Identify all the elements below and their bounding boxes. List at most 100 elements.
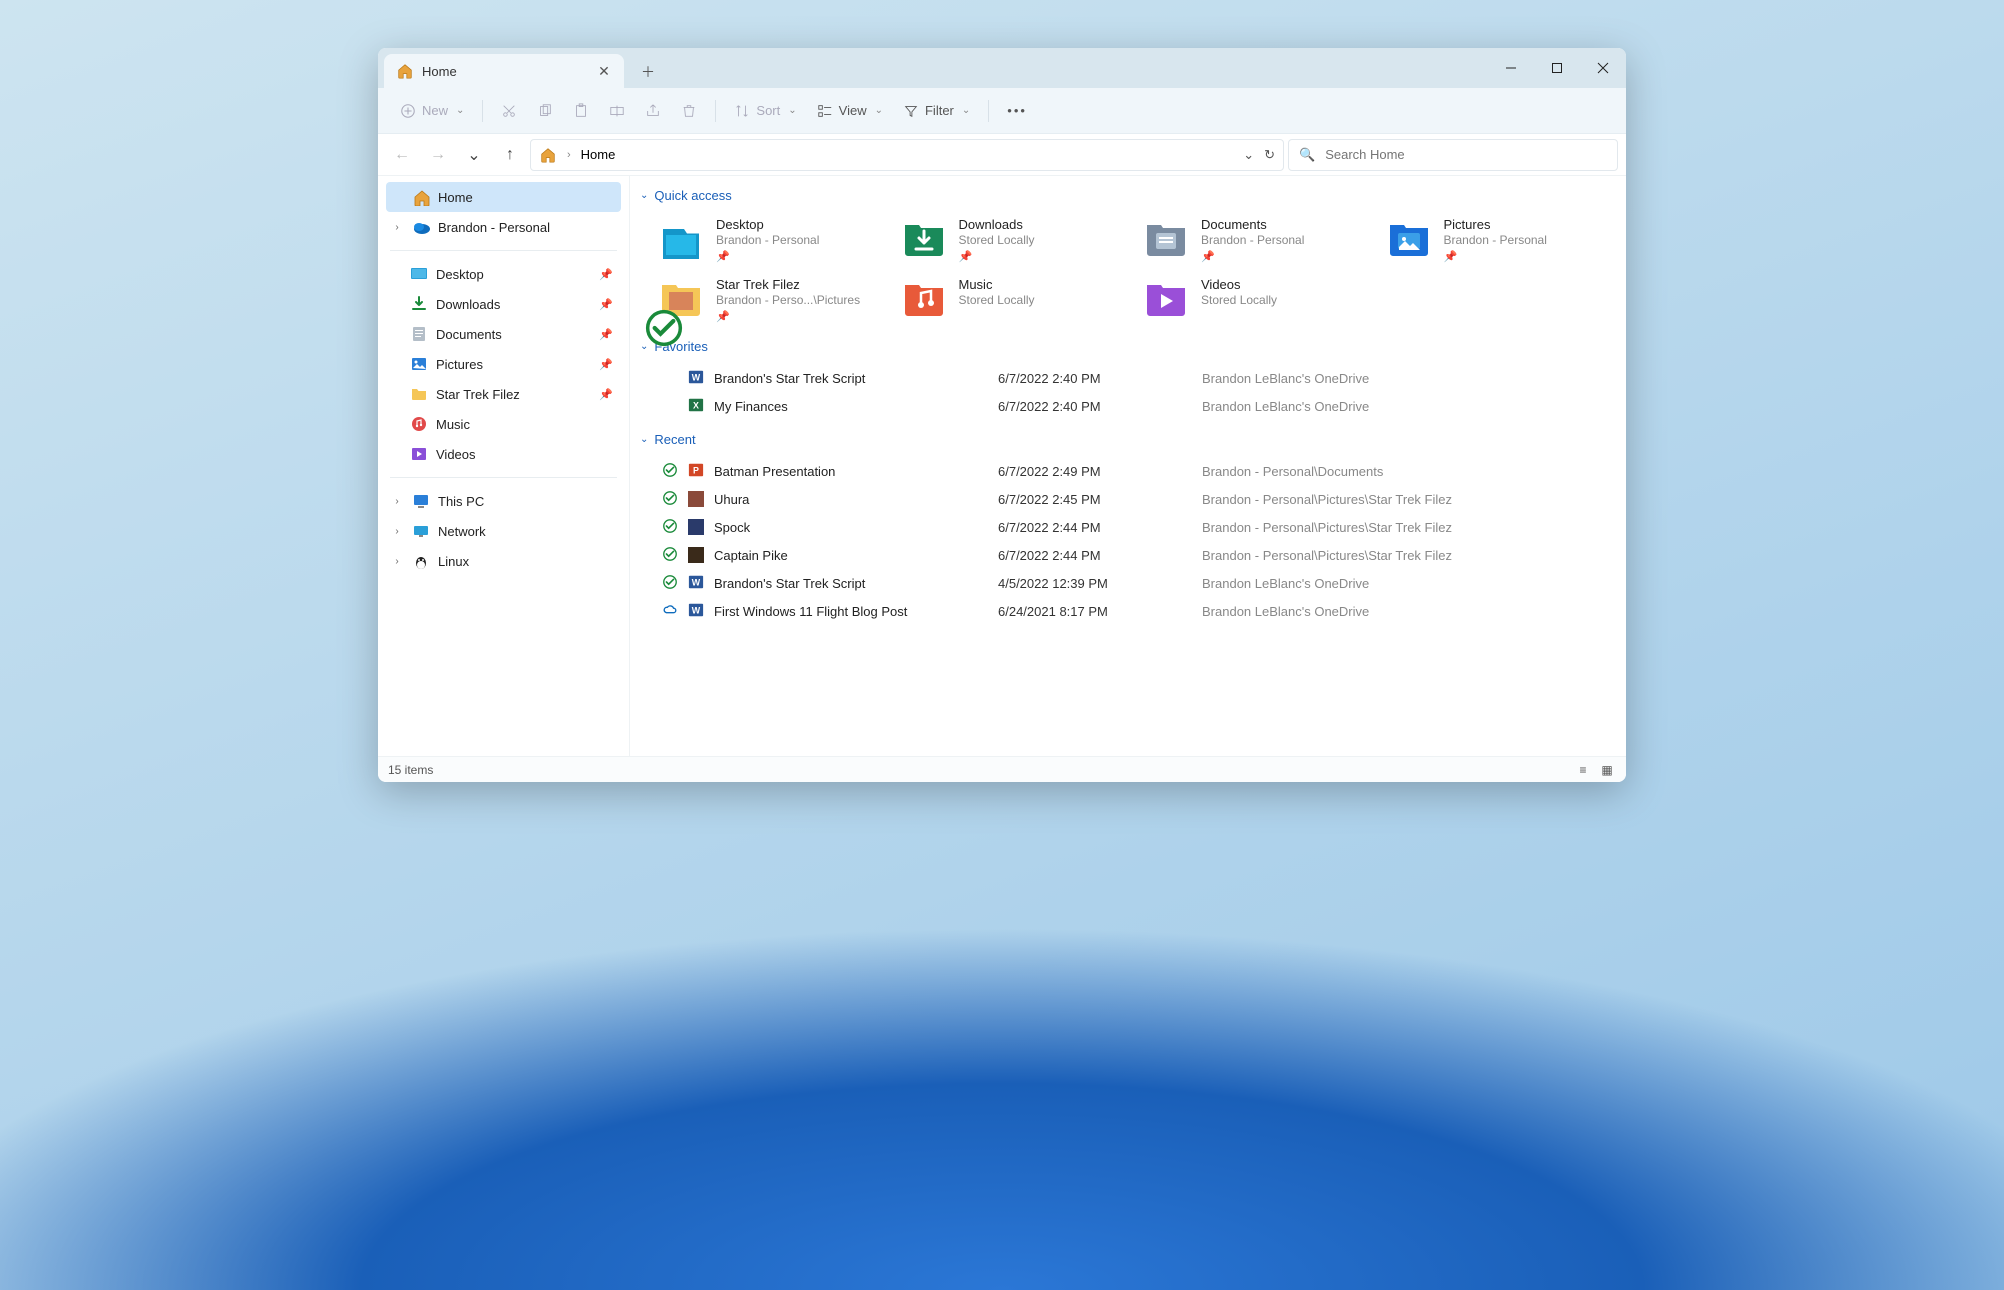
item-name: Desktop: [716, 217, 819, 232]
home-icon: [412, 188, 430, 206]
quick-access-item[interactable]: DocumentsBrandon - Personal📌: [1143, 215, 1366, 265]
file-type-icon: [688, 369, 710, 388]
file-date: 6/7/2022 2:44 PM: [998, 520, 1198, 535]
scissors-icon: [501, 103, 517, 119]
music-icon: [410, 415, 428, 433]
sidebar-item-desktop[interactable]: Desktop📌: [386, 259, 621, 289]
file-row[interactable]: Captain Pike6/7/2022 2:44 PMBrandon - Pe…: [658, 541, 1608, 569]
sidebar-item-linux[interactable]: ›Linux: [386, 546, 621, 576]
linux-icon: [412, 552, 430, 570]
forward-button[interactable]: →: [422, 139, 454, 171]
new-button[interactable]: New⌄: [392, 97, 472, 125]
item-location: Brandon - Personal: [1201, 233, 1304, 247]
search-input[interactable]: [1325, 147, 1607, 162]
chevron-right-icon: ›: [390, 526, 404, 537]
paste-button[interactable]: [565, 97, 597, 125]
pin-icon: 📌: [716, 250, 819, 263]
pin-icon: 📌: [716, 310, 860, 323]
home-icon: [396, 62, 414, 80]
file-row[interactable]: Spock6/7/2022 2:44 PMBrandon - Personal\…: [658, 513, 1608, 541]
trash-icon: [681, 103, 697, 119]
up-button[interactable]: ↑: [494, 139, 526, 171]
photo-folder-icon: [660, 277, 704, 319]
file-location: Brandon LeBlanc's OneDrive: [1202, 371, 1608, 386]
file-row[interactable]: Uhura6/7/2022 2:45 PMBrandon - Personal\…: [658, 485, 1608, 513]
quick-access-item[interactable]: Star Trek FilezBrandon - Perso...\Pictur…: [658, 275, 881, 325]
documents-icon: [410, 325, 428, 343]
file-name: Brandon's Star Trek Script: [714, 576, 994, 591]
sidebar-item-pictures[interactable]: Pictures📌: [386, 349, 621, 379]
section-favorites[interactable]: ⌄ Favorites: [638, 335, 1608, 358]
file-row[interactable]: First Windows 11 Flight Blog Post6/24/20…: [658, 597, 1608, 625]
file-location: Brandon - Personal\Pictures\Star Trek Fi…: [1202, 520, 1608, 535]
quick-access-item[interactable]: DesktopBrandon - Personal📌: [658, 215, 881, 265]
statusbar: 15 items ≡ ▦: [378, 756, 1626, 782]
file-type-icon: [688, 547, 710, 563]
item-name: Star Trek Filez: [716, 277, 860, 292]
close-tab-button[interactable]: ✕: [596, 63, 612, 79]
pin-icon: 📌: [599, 328, 613, 341]
file-row[interactable]: Brandon's Star Trek Script6/7/2022 2:40 …: [658, 364, 1608, 392]
file-type-icon: [688, 397, 710, 416]
videos-icon: [410, 445, 428, 463]
section-quick-access[interactable]: ⌄ Quick access: [638, 184, 1608, 207]
refresh-button[interactable]: ↻: [1264, 147, 1275, 163]
sidebar-item-brandon-personal[interactable]: ›Brandon - Personal: [386, 212, 621, 242]
share-button[interactable]: [637, 97, 669, 125]
sidebar-item-label: Downloads: [436, 297, 500, 312]
quick-access-item[interactable]: VideosStored Locally: [1143, 275, 1366, 325]
search-box[interactable]: 🔍: [1288, 139, 1618, 171]
file-row[interactable]: My Finances6/7/2022 2:40 PMBrandon LeBla…: [658, 392, 1608, 420]
file-location: Brandon LeBlanc's OneDrive: [1202, 576, 1608, 591]
more-button[interactable]: •••: [999, 97, 1035, 124]
sidebar-item-home[interactable]: Home: [386, 182, 621, 212]
details-view-button[interactable]: ≡: [1574, 761, 1592, 779]
synced-icon: [642, 307, 656, 321]
sidebar-item-this-pc[interactable]: ›This PC: [386, 486, 621, 516]
maximize-button[interactable]: [1534, 48, 1580, 88]
sidebar-item-downloads[interactable]: Downloads 📌: [386, 289, 621, 319]
filter-button[interactable]: Filter⌄: [895, 97, 978, 125]
sidebar-item-videos[interactable]: Videos: [386, 439, 621, 469]
sidebar-item-music[interactable]: Music: [386, 409, 621, 439]
file-row[interactable]: Batman Presentation6/7/2022 2:49 PMBrand…: [658, 457, 1608, 485]
file-row[interactable]: Brandon's Star Trek Script4/5/2022 12:39…: [658, 569, 1608, 597]
sidebar-item-documents[interactable]: Documents📌: [386, 319, 621, 349]
history-dropdown-button[interactable]: ⌄: [1243, 147, 1254, 163]
back-button[interactable]: ←: [386, 139, 418, 171]
breadcrumb[interactable]: › Home ⌄ ↻: [530, 139, 1284, 171]
sidebar-item-star-trek-filez[interactable]: Star Trek Filez📌: [386, 379, 621, 409]
tab-home[interactable]: Home ✕: [384, 54, 624, 88]
large-icons-view-button[interactable]: ▦: [1598, 761, 1616, 779]
delete-button[interactable]: [673, 97, 705, 125]
view-button[interactable]: View⌄: [809, 97, 891, 125]
ellipsis-icon: •••: [1007, 103, 1027, 118]
sidebar-item-label: Home: [438, 190, 473, 205]
cut-button[interactable]: [493, 97, 525, 125]
rename-button[interactable]: [601, 97, 633, 125]
pin-icon: 📌: [959, 250, 1035, 263]
view-icon: [817, 103, 833, 119]
recent-locations-button[interactable]: ⌄: [458, 139, 490, 171]
file-location: Brandon - Personal\Pictures\Star Trek Fi…: [1202, 492, 1608, 507]
desktop-folder-icon: [660, 217, 704, 259]
new-tab-button[interactable]: ＋: [640, 64, 656, 80]
toolbar: New⌄ Sort⌄ View⌄ Filter⌄ •••: [378, 88, 1626, 134]
file-name: Captain Pike: [714, 548, 994, 563]
quick-access-item[interactable]: MusicStored Locally: [901, 275, 1124, 325]
file-type-icon: [688, 462, 710, 481]
copy-button[interactable]: [529, 97, 561, 125]
sidebar-item-network[interactable]: ›Network: [386, 516, 621, 546]
quick-access-item[interactable]: DownloadsStored Locally📌: [901, 215, 1124, 265]
close-window-button[interactable]: [1580, 48, 1626, 88]
quick-access-item[interactable]: PicturesBrandon - Personal📌: [1386, 215, 1609, 265]
pin-icon: 📌: [1201, 250, 1304, 263]
section-recent[interactable]: ⌄ Recent: [638, 428, 1608, 451]
item-name: Music: [959, 277, 1035, 292]
file-name: Brandon's Star Trek Script: [714, 371, 994, 386]
minimize-button[interactable]: [1488, 48, 1534, 88]
file-location: Brandon LeBlanc's OneDrive: [1202, 604, 1608, 619]
pin-icon: 📌: [599, 298, 613, 311]
file-type-icon: [688, 491, 710, 507]
sort-button[interactable]: Sort⌄: [726, 97, 804, 125]
